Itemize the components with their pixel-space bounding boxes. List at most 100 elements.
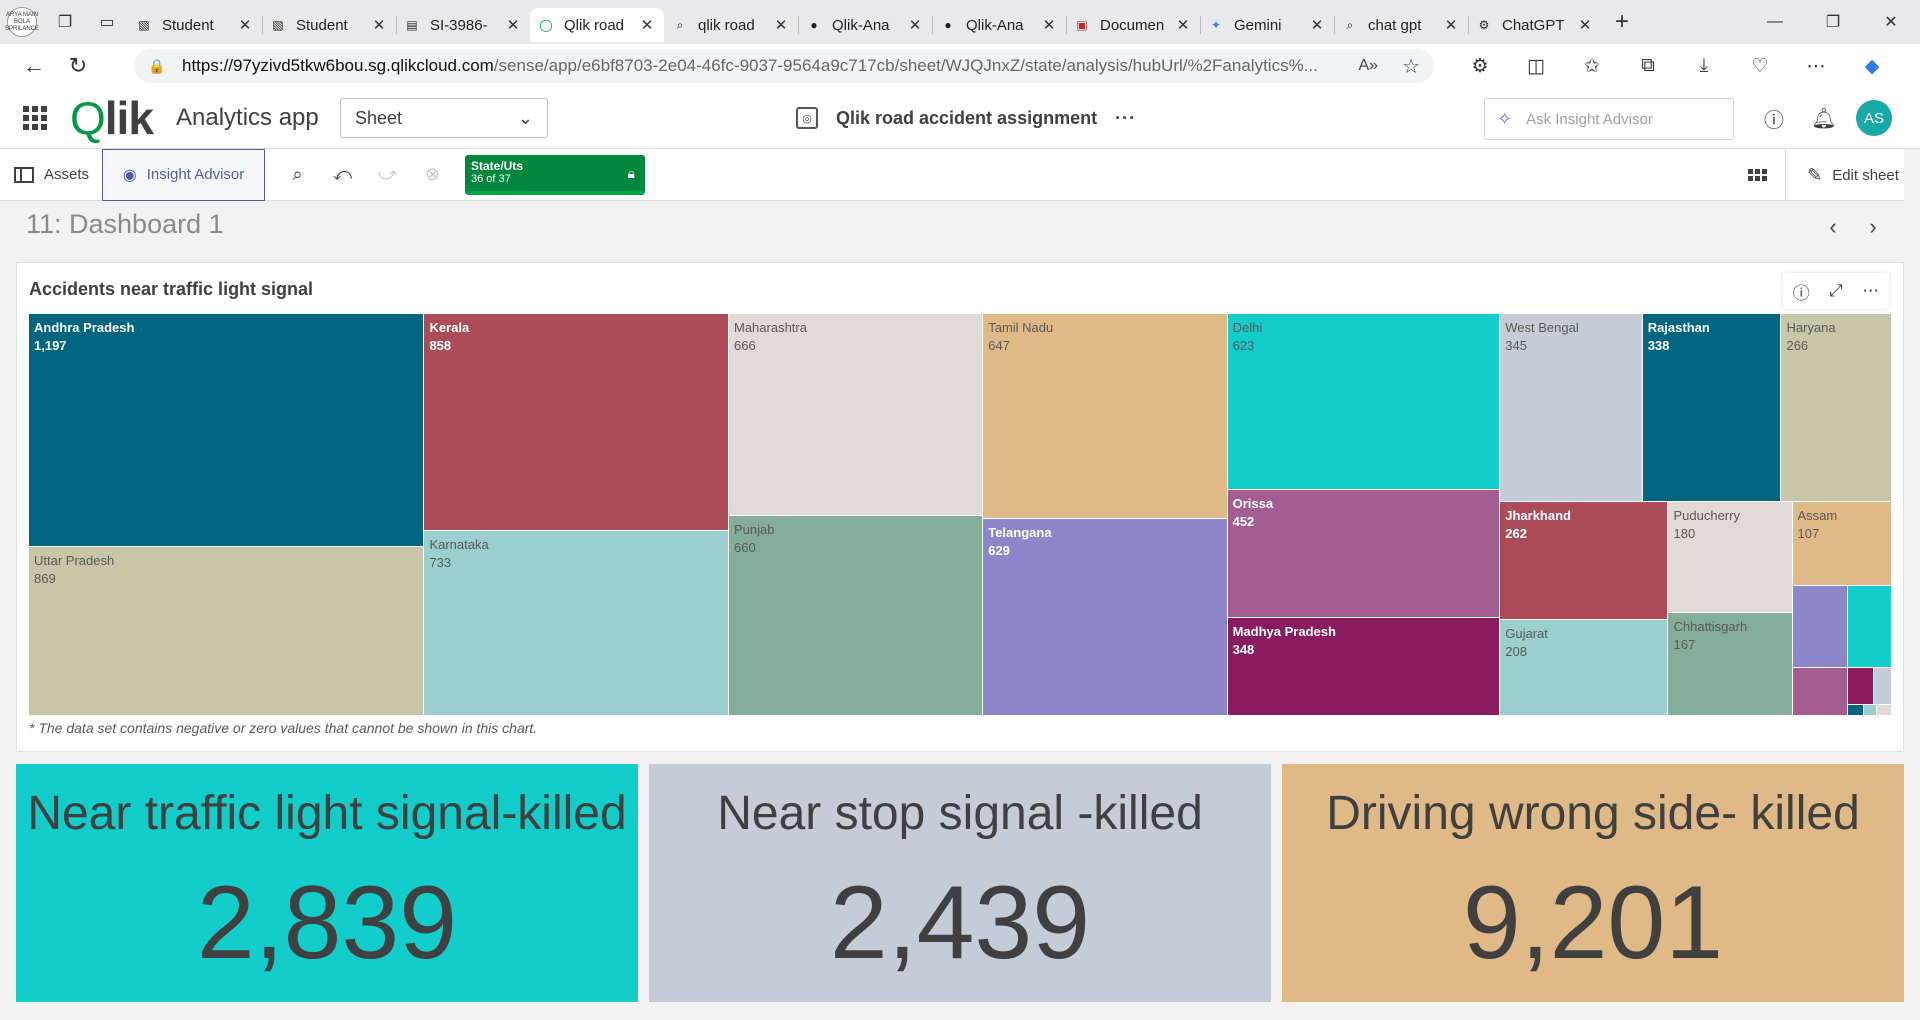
vertical-tabs-icon[interactable]: ▭ xyxy=(86,0,128,44)
downloads-icon[interactable]: ⤓ xyxy=(1676,44,1732,88)
kpi-wrong-side-killed[interactable]: Driving wrong side- killed 9,201 xyxy=(1282,764,1904,1002)
kpi-stop-signal-killed[interactable]: Near stop signal -killed 2,439 xyxy=(649,764,1271,1002)
gemini-icon: ✦ xyxy=(1210,18,1222,32)
treemap-cell-small[interactable] xyxy=(1847,586,1892,669)
treemap-cell[interactable]: Chhattisgarh 167 xyxy=(1668,613,1793,716)
extensions-icon[interactable]: ⚙ xyxy=(1452,44,1508,88)
treemap-cell-small[interactable] xyxy=(1863,704,1878,716)
help-icon[interactable]: ⓘ xyxy=(1758,102,1790,134)
treemap-cell[interactable]: Karnataka 733 xyxy=(424,530,729,716)
browser-tab[interactable]: ● Qlik-Ana ✕ xyxy=(798,8,932,42)
selections-forward-icon[interactable]: ⤻ xyxy=(365,149,410,201)
more-menu-icon[interactable]: ⋯ xyxy=(1788,44,1844,88)
favorites-icon[interactable]: ✩ xyxy=(1564,44,1620,88)
treemap-cell[interactable]: Punjab 660 xyxy=(729,516,984,716)
minimize-icon[interactable]: — xyxy=(1746,0,1804,44)
close-tab-icon[interactable]: ✕ xyxy=(1308,16,1326,34)
treemap-cell[interactable]: West Bengal 345 xyxy=(1500,314,1643,502)
close-tab-icon[interactable]: ✕ xyxy=(772,16,790,34)
browser-tab[interactable]: ▣ Documen ✕ xyxy=(1066,8,1200,42)
treemap-cell[interactable]: Delhi 623 xyxy=(1227,314,1501,491)
more-options-icon[interactable]: ⋯ xyxy=(1862,281,1879,301)
treemap-card[interactable]: Accidents near traffic light signal ⓘ ⤢ … xyxy=(16,262,1904,752)
new-tab-button[interactable]: + xyxy=(1602,0,1642,44)
browser-tab[interactable]: ⚙ ChatGPT ✕ xyxy=(1468,8,1602,42)
close-tab-icon[interactable]: ✕ xyxy=(1442,16,1460,34)
sheet-selector[interactable]: Sheet ⌄ xyxy=(340,98,548,138)
treemap-cell-small[interactable] xyxy=(1873,668,1892,705)
treemap-cell[interactable]: Jharkhand 262 xyxy=(1500,501,1669,621)
close-tab-icon[interactable]: ✕ xyxy=(638,16,656,34)
copilot-icon[interactable]: ◆ xyxy=(1844,44,1900,88)
browser-tab[interactable]: ⌕ chat gpt ✕ xyxy=(1334,8,1468,42)
insight-advisor-search[interactable]: ✧ Ask Insight Advisor xyxy=(1484,98,1734,140)
treemap-cell[interactable]: Tamil Nadu 647 xyxy=(983,314,1228,519)
close-tab-icon[interactable]: ✕ xyxy=(1576,16,1594,34)
expand-icon[interactable]: ⤢ xyxy=(1829,281,1843,301)
treemap-cell[interactable]: Haryana 266 xyxy=(1781,314,1892,502)
grid-layout-icon[interactable] xyxy=(1740,159,1774,191)
treemap-cell[interactable]: Orissa 452 xyxy=(1227,490,1501,618)
treemap-cell-small[interactable] xyxy=(1847,704,1864,716)
sheet-more-icon[interactable]: ··· xyxy=(1115,108,1136,129)
browser-tab[interactable]: ▧ Student ✕ xyxy=(128,8,262,42)
browser-tab[interactable]: ▧ Student ✕ xyxy=(262,8,396,42)
browser-tab[interactable]: ◯ Qlik road ✕ xyxy=(530,8,664,42)
previous-sheet-icon[interactable]: ‹ xyxy=(1818,212,1848,242)
browser-tab[interactable]: ● Qlik-Ana ✕ xyxy=(932,8,1066,42)
treemap-cell[interactable]: Gujarat 208 xyxy=(1500,620,1669,716)
edit-sheet-button[interactable]: ✎ Edit sheet xyxy=(1785,149,1920,201)
lock-icon: 🔒 xyxy=(148,57,166,74)
lock-icon[interactable]: 🔒︎ xyxy=(628,165,635,182)
treemap-cell[interactable]: Madhya Pradesh 348 xyxy=(1227,617,1501,716)
app-launcher-icon[interactable] xyxy=(0,106,70,130)
treemap-cell[interactable]: Telangana 629 xyxy=(983,518,1228,716)
next-sheet-icon[interactable]: › xyxy=(1858,212,1888,242)
url-field[interactable]: 🔒 https://97yzivd5tkw6bou.sg.qlikcloud.c… xyxy=(134,49,1434,83)
restore-icon[interactable]: ❐ xyxy=(1804,0,1862,44)
selection-chip[interactable]: State/Uts 36 of 37 🔒︎ xyxy=(465,154,645,195)
close-tab-icon[interactable]: ✕ xyxy=(370,16,388,34)
browser-tab[interactable]: ▤ SI-3986- ✕ xyxy=(396,8,530,42)
smart-search-icon[interactable]: ⌕ xyxy=(275,149,320,201)
assets-button[interactable]: Assets xyxy=(0,149,102,201)
notification-bell-icon[interactable]: 🔔︎ xyxy=(1808,102,1840,134)
split-screen-icon[interactable]: ◫ xyxy=(1508,44,1564,88)
qlik-logo[interactable]: Qlik xyxy=(70,91,160,145)
treemap-cell[interactable]: Maharashtra 666 xyxy=(729,314,984,517)
treemap-cell[interactable]: Kerala 858 xyxy=(424,314,729,531)
browser-tab[interactable]: ✦ Gemini ✕ xyxy=(1200,8,1334,42)
avatar[interactable]: AS xyxy=(1856,100,1892,136)
workspace-button[interactable]: ARYA MAIN BOLA SPRILANCE xyxy=(0,0,44,44)
treemap-cell-small[interactable] xyxy=(1792,668,1848,716)
favorite-star-icon[interactable]: ☆ xyxy=(1402,54,1420,79)
browser-essentials-icon[interactable]: ♡ xyxy=(1732,44,1788,88)
treemap-cell[interactable]: Assam 107 xyxy=(1792,501,1892,587)
treemap-cell-label: Orissa xyxy=(1232,496,1274,512)
info-icon[interactable]: ⓘ xyxy=(1793,279,1810,304)
tab-actions-icon[interactable]: ❐ xyxy=(44,0,86,44)
close-tab-icon[interactable]: ✕ xyxy=(1174,16,1192,34)
back-icon[interactable]: ← xyxy=(12,44,56,88)
kpi-traffic-light-killed[interactable]: Near traffic light signal-killed 2,839 xyxy=(16,764,638,1002)
collections-icon[interactable]: ⧉ xyxy=(1620,44,1676,88)
treemap-cell-small[interactable] xyxy=(1877,704,1892,716)
read-aloud-icon[interactable]: A» xyxy=(1344,57,1378,75)
treemap-cell[interactable]: Andhra Pradesh 1,197 xyxy=(29,314,425,547)
browser-tab[interactable]: ⌕ qlik road ✕ xyxy=(664,8,798,42)
refresh-icon[interactable]: ↻ xyxy=(56,44,100,88)
close-tab-icon[interactable]: ✕ xyxy=(1040,16,1058,34)
close-tab-icon[interactable]: ✕ xyxy=(236,16,254,34)
treemap-cell-small[interactable] xyxy=(1847,668,1874,705)
close-tab-icon[interactable]: ✕ xyxy=(906,16,924,34)
treemap-cell[interactable]: Rajasthan 338 xyxy=(1642,314,1782,502)
close-window-icon[interactable]: ✕ xyxy=(1862,0,1920,44)
close-tab-icon[interactable]: ✕ xyxy=(504,16,522,34)
treemap-cell-small[interactable] xyxy=(1792,586,1848,669)
tab-title: ChatGPT xyxy=(1502,16,1565,34)
clear-selections-icon[interactable]: ⊗ xyxy=(410,149,455,201)
treemap-cell[interactable]: Puducherry 180 xyxy=(1668,501,1793,614)
treemap-cell[interactable]: Uttar Pradesh 869 xyxy=(29,546,425,716)
insight-advisor-button[interactable]: ◉ Insight Advisor xyxy=(102,148,265,201)
selections-back-icon[interactable]: ⤺ xyxy=(320,149,365,201)
